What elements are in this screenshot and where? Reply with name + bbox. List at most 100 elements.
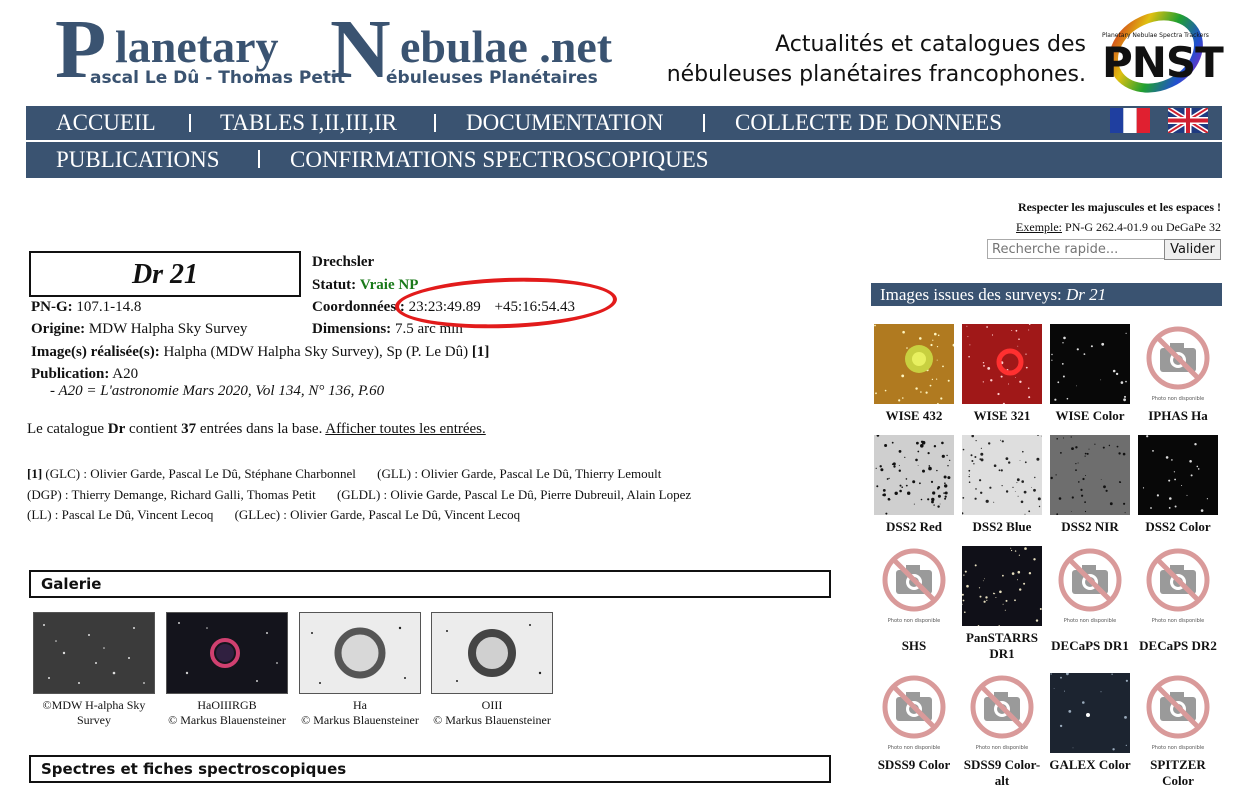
catalogue-name: Dr <box>107 421 126 437</box>
survey-label: WISE 321 <box>973 408 1031 423</box>
gallery-image-ha[interactable] <box>299 612 421 694</box>
surveys-header-prefix: Images issues des surveys: <box>880 285 1062 304</box>
origin-label: Origine: <box>31 321 86 337</box>
survey-label: WISE 432 <box>885 408 943 423</box>
pn-g-row: PN-G: 107.1-14.8 <box>31 299 141 316</box>
survey-label: WISE Color <box>1055 408 1125 423</box>
surveys-header: Images issues des surveys: Dr 21 <box>871 283 1222 306</box>
survey-label: DECaPS DR1 <box>1051 638 1129 653</box>
survey-label: SDSS9 Color-alt <box>963 757 1041 788</box>
nav-publications[interactable]: PUBLICATIONS <box>56 147 220 173</box>
svg-text:Photo non disponible: Photo non disponible <box>888 618 940 624</box>
survey-label: DSS2 Color <box>1145 519 1211 534</box>
nav-accueil[interactable]: ACCUEIL <box>56 110 156 136</box>
survey-thumb-dss2-nir[interactable] <box>1050 435 1130 515</box>
survey-thumb-sdss9-color-alt[interactable]: Photo non disponible <box>962 673 1042 753</box>
survey-label: SPITZER Color <box>1150 757 1206 788</box>
survey-label: DSS2 NIR <box>1061 519 1119 534</box>
starfield-image-icon <box>34 613 154 693</box>
catalogue-count: 37 <box>181 421 197 437</box>
svg-text:Photo non disponible: Photo non disponible <box>1152 745 1204 751</box>
survey-thumb-panstarrs-dr1[interactable] <box>962 546 1042 626</box>
nebula-bw-image-icon <box>432 613 552 693</box>
nav-tables[interactable]: TABLES I,II,III,IR <box>220 110 397 136</box>
nav-confirmations[interactable]: CONFIRMATIONS SPECTROSCOPIQUES <box>290 147 709 173</box>
survey-sky-image <box>1050 673 1130 753</box>
credits-ref: [1] <box>27 466 43 481</box>
site-logo[interactable]: P lanetary ascal Le Dû - Thomas Petit N … <box>55 8 655 98</box>
survey-sky-image <box>1138 435 1218 515</box>
survey-thumb-sdss9-color[interactable]: Photo non disponible <box>874 673 954 753</box>
logo-word-nebulae: ebulae .net <box>400 21 613 72</box>
survey-sky-image <box>874 435 954 515</box>
gallery-caption: OIII © Markus Blauensteiner <box>433 698 551 727</box>
photo-unavailable-icon: Photo non disponible <box>1050 546 1130 626</box>
search-submit-button[interactable]: Valider <box>1164 239 1221 260</box>
survey-thumb-spitzer-color[interactable]: Photo non disponible <box>1138 673 1218 753</box>
publication-detail: - A20 = L'astronomie Mars 2020, Vol 134,… <box>50 383 385 399</box>
photo-unavailable-icon: Photo non disponible <box>874 546 954 626</box>
nav-separator <box>703 114 705 132</box>
images-row: Image(s) réalisée(s): Halpha (MDW Halpha… <box>31 344 489 361</box>
survey-thumb-wise-432[interactable] <box>874 324 954 404</box>
survey-thumb-dss2-red[interactable] <box>874 435 954 515</box>
gallery-caption: Ha © Markus Blauensteiner <box>301 698 419 727</box>
object-name-box: Dr 21 <box>29 251 301 297</box>
pnst-big-text: PNST <box>1102 38 1224 87</box>
photo-unavailable-icon: Photo non disponible <box>874 673 954 753</box>
credit-gll: (GLL) : Olivier Garde, Pascal Le Dû, Thi… <box>377 466 662 481</box>
uk-flag-icon[interactable] <box>1168 108 1208 133</box>
status-value: Vraie NP <box>359 277 419 293</box>
survey-sky-image <box>1050 435 1130 515</box>
photo-unavailable-icon: Photo non disponible <box>1138 673 1218 753</box>
survey-thumb-dss2-color[interactable] <box>1138 435 1218 515</box>
nav-collecte[interactable]: COLLECTE DE DONNEES <box>735 110 1002 136</box>
credit-glc: (GLC) : Olivier Garde, Pascal Le Dû, Sté… <box>45 466 356 481</box>
quick-search-input[interactable] <box>987 239 1167 259</box>
survey-sky-image <box>962 324 1042 404</box>
survey-thumb-galex-color[interactable] <box>1050 673 1130 753</box>
survey-thumb-decaps-dr1[interactable]: Photo non disponible <box>1050 546 1130 626</box>
gallery-image-haoiiirgb[interactable] <box>166 612 288 694</box>
site-tagline: Actualités et catalogues des nébuleuses … <box>666 32 1086 87</box>
nebula-bw-image-icon <box>300 613 420 693</box>
search-example-label: Exemple: <box>1016 220 1063 234</box>
gallery-caption: ©MDW H-alpha Sky Survey <box>42 698 146 727</box>
publication-value: A20 <box>112 366 139 382</box>
survey-label: SHS <box>901 638 927 653</box>
survey-sky-image <box>962 546 1042 626</box>
survey-sky-image <box>962 435 1042 515</box>
pn-g-label: PN-G: <box>31 299 73 315</box>
status-row: Statut: Vraie NP <box>312 277 418 294</box>
main-nav-row1: ACCUEIL TABLES I,II,III,IR DOCUMENTATION… <box>26 106 1222 140</box>
gallery-caption: HaOIIIRGB © Markus Blauensteiner <box>168 698 286 727</box>
survey-thumb-wise-321[interactable] <box>962 324 1042 404</box>
survey-thumb-iphas-ha[interactable]: Photo non disponible <box>1138 324 1218 404</box>
nav-separator <box>189 114 191 132</box>
show-all-entries-link[interactable]: Afficher toutes les entrées. <box>325 421 486 437</box>
gallery-image-oiii[interactable] <box>431 612 553 694</box>
survey-thumb-dss2-blue[interactable] <box>962 435 1042 515</box>
svg-text:Photo non disponible: Photo non disponible <box>1152 396 1204 402</box>
logo-word-planetary: lanetary <box>115 21 279 72</box>
coordinates-label: Coordonnées : <box>312 299 405 315</box>
credits-line-2: (DGP) : Thierry Demange, Richard Galli, … <box>27 487 691 503</box>
nav-documentation[interactable]: DOCUMENTATION <box>466 110 663 136</box>
survey-thumb-shs[interactable]: Photo non disponible <box>874 546 954 626</box>
survey-thumb-wise-color[interactable] <box>1050 324 1130 404</box>
survey-label: PanSTARRS DR1 <box>965 630 1038 661</box>
images-value: Halpha (MDW Halpha Sky Survey), Sp (P. L… <box>163 344 469 360</box>
spectra-section-title: Spectres et fiches spectroscopiques <box>29 755 831 783</box>
survey-thumb-decaps-dr2[interactable]: Photo non disponible <box>1138 546 1218 626</box>
survey-label: GALEX Color <box>1049 757 1131 772</box>
gallery-image-mdw[interactable] <box>33 612 155 694</box>
coordinates-highlight-circle <box>394 274 618 332</box>
pn-g-value: 107.1-14.8 <box>76 299 142 315</box>
logo-letter-n: N <box>330 3 391 96</box>
survey-label: DSS2 Red <box>886 519 942 534</box>
pnst-logo[interactable]: Planetary Nebulae Spectra Trackers PNST <box>1100 8 1224 96</box>
svg-text:Photo non disponible: Photo non disponible <box>976 745 1028 751</box>
french-flag-icon[interactable] <box>1110 108 1150 133</box>
origin-value: MDW Halpha Sky Survey <box>88 321 248 337</box>
catalogue-suffix: entrées dans la base. <box>199 421 323 437</box>
